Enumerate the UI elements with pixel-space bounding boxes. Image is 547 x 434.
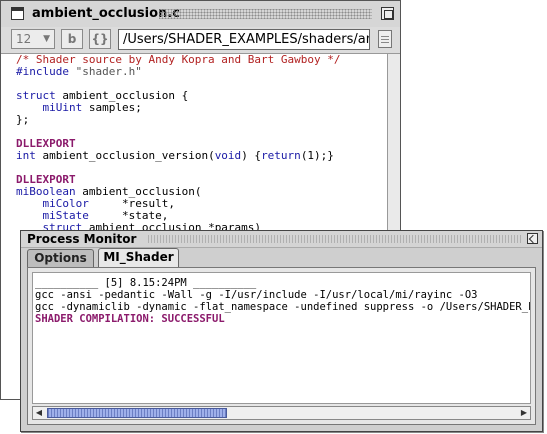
code-line: int ambient_occlusion_version(void) {ret… <box>16 150 388 162</box>
tab-options[interactable]: Options <box>27 249 94 267</box>
process-monitor-window: Process Monitor Options MI_Shader ______… <box>20 230 543 432</box>
scroll-right-arrow-icon[interactable]: ▶ <box>518 407 530 419</box>
code-line: }; <box>16 114 388 126</box>
font-size-select[interactable]: 12 ▼ <box>11 29 55 49</box>
scrollbar-thumb[interactable] <box>47 408 227 418</box>
log-line: gcc -ansi -pedantic -Wall -g -I/usr/incl… <box>35 289 478 301</box>
code-token: return <box>261 149 301 162</box>
brace-match-button[interactable]: {} <box>89 29 111 49</box>
code-line: #include "shader.h" <box>16 66 388 78</box>
log-line: __________ [5] 8.15:24PM __________ <box>35 277 257 289</box>
document-window-icon <box>11 7 24 20</box>
horizontal-scrollbar[interactable]: ◀ ▶ <box>32 406 531 420</box>
window-zoom-button[interactable] <box>381 7 394 20</box>
code-token: "shader.h" <box>75 65 142 78</box>
font-size-value: 12 <box>16 32 32 46</box>
tab-mi-shader[interactable]: MI_Shader <box>98 248 179 268</box>
log-output[interactable]: __________ [5] 8.15:24PM __________ gcc -… <box>32 272 531 404</box>
log-line: gcc -dynamiclib -dynamic -flat_namespace… <box>35 301 531 313</box>
monitor-title-bar[interactable]: Process Monitor <box>21 231 542 248</box>
chevron-down-icon: ▼ <box>43 34 50 44</box>
log-line: SHADER COMPILATION: SUCCESSFUL <box>35 313 225 325</box>
code-token: #include <box>16 65 76 78</box>
editor-title: ambient_occlusion.c <box>32 6 180 21</box>
monitor-title: Process Monitor <box>27 232 137 246</box>
bold-button[interactable]: b <box>61 29 83 49</box>
tab-panel: __________ [5] 8.15:24PM __________ gcc -… <box>27 267 536 425</box>
file-path-field[interactable]: /Users/SHADER_EXAMPLES/shaders/ambient_o… <box>118 29 370 50</box>
code-token: ) { <box>241 149 262 162</box>
code-token: ambient_occlusion_version( <box>42 149 215 162</box>
title-bar-grip <box>148 235 522 243</box>
code-line: miUint samples; <box>16 102 388 114</box>
code-token: (1);} <box>300 149 334 162</box>
document-icon[interactable] <box>378 30 392 48</box>
scroll-left-arrow-icon[interactable]: ◀ <box>33 407 45 419</box>
editor-title-bar[interactable]: ambient_occlusion.c <box>1 1 400 28</box>
log-text: __________ [5] 8.15:24PM __________ gcc -… <box>33 273 530 325</box>
title-bar-grip <box>159 9 372 19</box>
code-token: void <box>214 149 242 162</box>
code-token: samples; <box>88 101 142 114</box>
editor-toolbar: 12 ▼ b {} /Users/SHADER_EXAMPLES/shaders… <box>1 27 400 54</box>
source-code: /* Shader source by Andy Kopra and Bart … <box>1 54 388 234</box>
window-collapse-button[interactable] <box>527 233 538 244</box>
